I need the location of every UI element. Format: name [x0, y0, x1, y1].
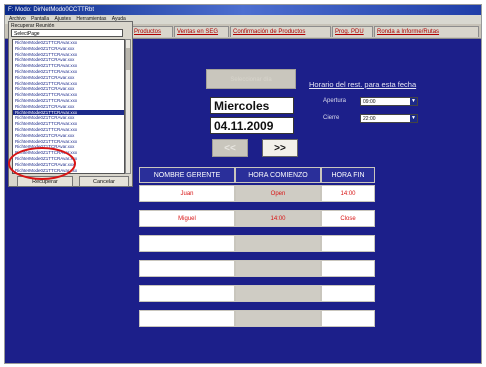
shift-table: NOMBRE GERENTE HORA COMIENZO HORA FIN Ju…: [139, 167, 375, 337]
hours-title-link[interactable]: Horario del rest. para esta fecha: [309, 80, 416, 89]
tab-prog-pdu[interactable]: Prog. PDU: [332, 26, 373, 37]
cell-start[interactable]: [235, 285, 321, 302]
file-list-scrollbar[interactable]: [125, 39, 131, 174]
closing-select[interactable]: 22:00 ▼: [360, 114, 418, 123]
chevron-down-icon[interactable]: ▼: [410, 98, 417, 105]
cell-manager[interactable]: [139, 310, 235, 327]
cancel-button[interactable]: Cancelar: [79, 176, 129, 187]
scrollbar-thumb[interactable]: [126, 48, 130, 70]
cell-manager[interactable]: Miguel: [139, 210, 235, 227]
next-day-button[interactable]: >>: [262, 139, 298, 157]
file-select[interactable]: SelectPage: [11, 29, 123, 37]
cell-manager[interactable]: [139, 235, 235, 252]
opening-select[interactable]: 09:00 ▼: [360, 97, 418, 106]
cell-start[interactable]: [235, 260, 321, 277]
header-start: HORA COMIENZO: [235, 167, 321, 183]
cell-start[interactable]: Open: [235, 185, 321, 202]
cell-start[interactable]: [235, 235, 321, 252]
application-window: F: Modo: DirNetModo0CCTTRbt Archivo Pant…: [4, 4, 482, 364]
cell-end[interactable]: [321, 310, 375, 327]
cell-end[interactable]: [321, 285, 375, 302]
cell-end[interactable]: [321, 235, 375, 252]
cell-manager[interactable]: [139, 285, 235, 302]
tab-productos[interactable]: Productos: [131, 26, 173, 37]
cell-end[interactable]: 14:00: [321, 185, 375, 202]
tab-ventas[interactable]: Ventas en SEG: [174, 26, 229, 37]
closing-label: Cierre: [323, 115, 340, 121]
previous-day-button[interactable]: <<: [212, 139, 248, 157]
title-bar: F: Modo: DirNetModo0CCTTRbt: [5, 5, 481, 15]
cell-start[interactable]: 14:00: [235, 210, 321, 227]
tab-confirmacion[interactable]: Confirmación de Productos: [230, 26, 331, 37]
opening-label: Apertura: [323, 98, 347, 104]
tab-ronda[interactable]: Ronda a Informe/Rutas: [374, 26, 479, 37]
cell-end[interactable]: [321, 260, 375, 277]
cell-manager[interactable]: [139, 260, 235, 277]
chevron-down-icon[interactable]: ▼: [410, 115, 417, 122]
highlight-circle: [8, 147, 76, 180]
day-name-field: Miercoles: [210, 97, 294, 114]
cell-end[interactable]: Close: [321, 210, 375, 227]
header-end: HORA FIN: [321, 167, 375, 183]
select-day-button[interactable]: Seleccionar día: [206, 69, 296, 89]
cell-manager[interactable]: Juan: [139, 185, 235, 202]
closing-value: 22:00: [363, 116, 376, 122]
cell-start[interactable]: [235, 310, 321, 327]
header-manager: NOMBRE GERENTE: [139, 167, 235, 183]
date-field: 04.11.2009: [210, 117, 294, 134]
opening-value: 09:00: [363, 99, 376, 105]
